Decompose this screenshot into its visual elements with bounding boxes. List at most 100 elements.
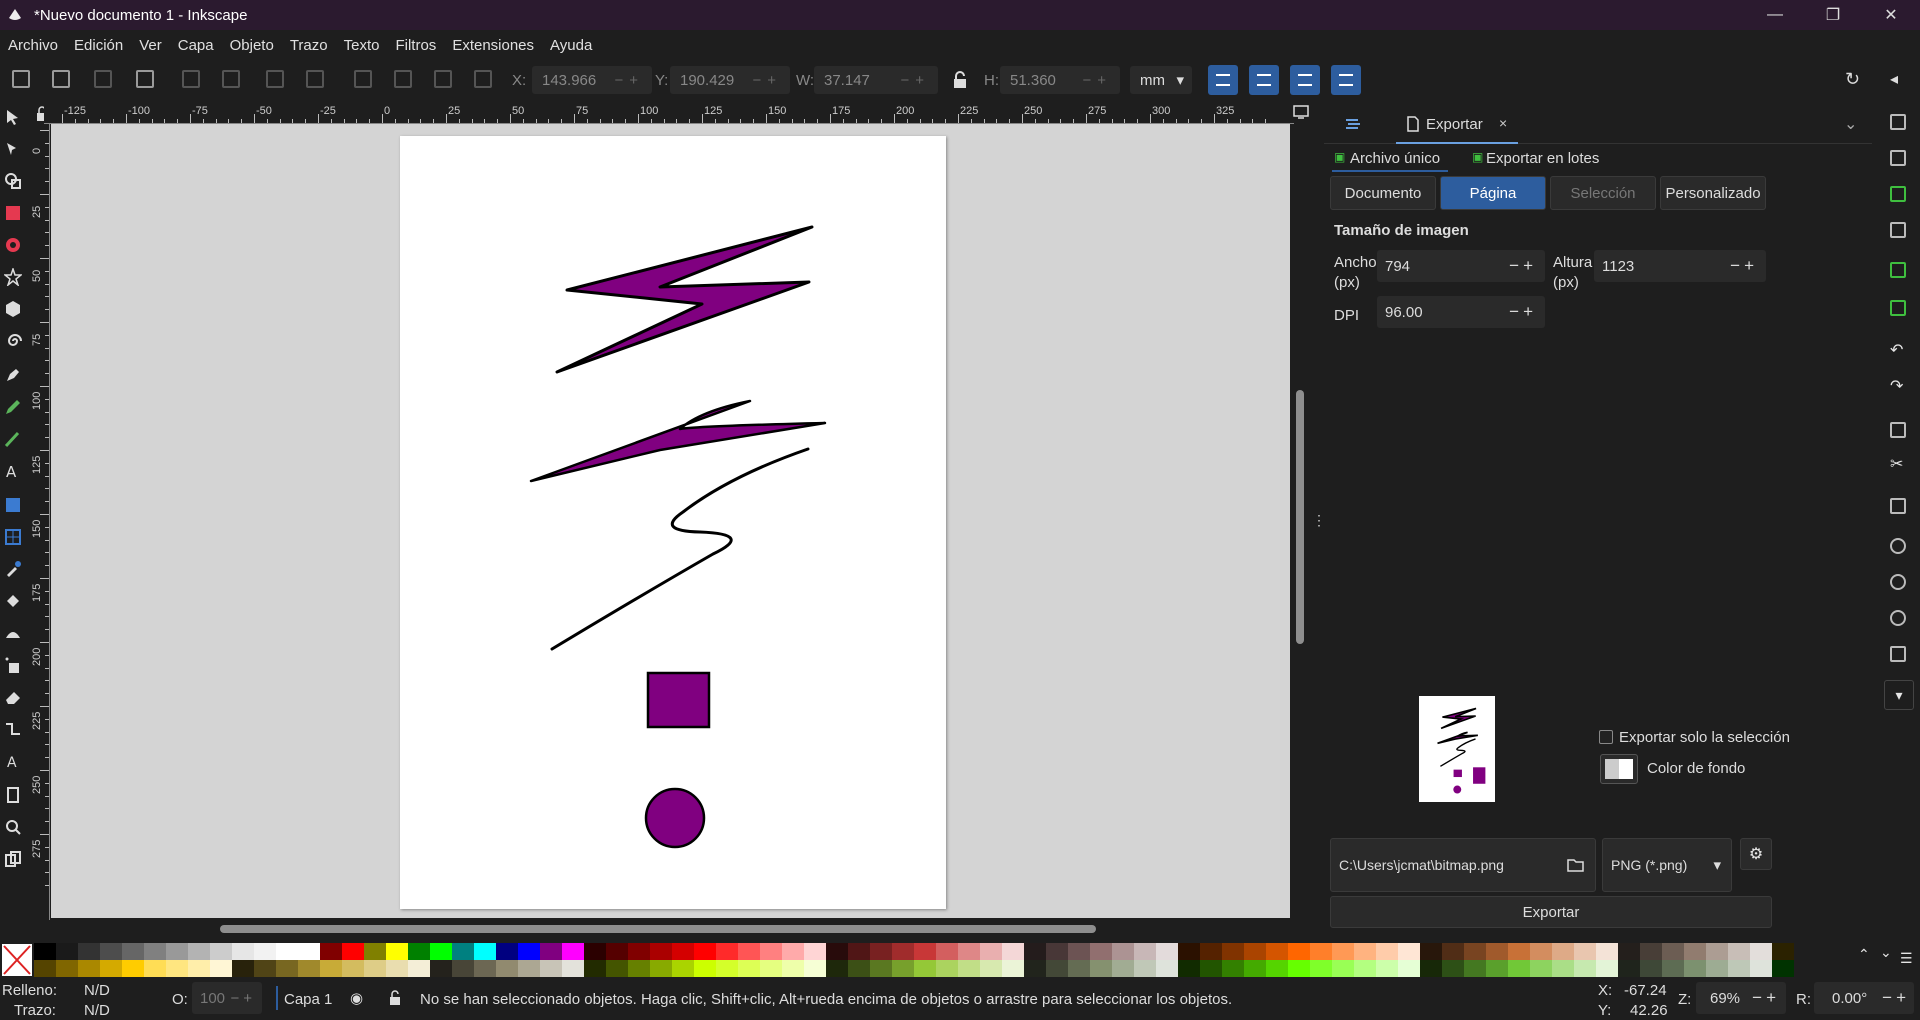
print-icon[interactable]	[1890, 222, 1906, 238]
folder-open-icon[interactable]	[1567, 857, 1585, 873]
color-swatch[interactable]	[958, 960, 980, 977]
color-swatch[interactable]	[1552, 943, 1574, 960]
color-swatch[interactable]	[320, 960, 342, 977]
color-swatch[interactable]	[936, 960, 958, 977]
unlock-icon[interactable]	[388, 990, 402, 1006]
color-swatch[interactable]	[364, 943, 386, 960]
square-shape[interactable]	[646, 671, 711, 729]
color-swatch[interactable]	[188, 943, 210, 960]
color-swatch[interactable]	[430, 943, 452, 960]
menu-ayuda[interactable]: Ayuda	[550, 37, 592, 54]
color-swatch[interactable]	[232, 960, 254, 977]
format-select[interactable]: PNG (*.png) ▾	[1602, 838, 1732, 892]
color-swatch[interactable]	[1728, 960, 1750, 977]
spiral-tool-icon[interactable]	[4, 332, 22, 350]
color-swatch[interactable]	[716, 960, 738, 977]
color-swatch[interactable]	[408, 960, 430, 977]
color-swatch[interactable]	[122, 943, 144, 960]
color-swatch[interactable]	[144, 943, 166, 960]
color-swatch[interactable]	[1662, 943, 1684, 960]
horizontal-ruler[interactable]: -125 -100 -75 -50 -25 0 25 50 75 100 125 150 175 200 2…	[44, 104, 1294, 124]
color-swatch[interactable]	[1508, 943, 1530, 960]
zoom-tool-icon[interactable]	[4, 818, 22, 836]
horizontal-scrollbar[interactable]	[220, 925, 1096, 933]
color-swatch[interactable]	[848, 943, 870, 960]
color-swatch[interactable]	[1134, 960, 1156, 977]
color-swatch[interactable]	[1002, 943, 1024, 960]
menu-trazo[interactable]: Trazo	[290, 37, 328, 54]
color-swatch[interactable]	[1178, 960, 1200, 977]
zoom-selection-icon[interactable]	[1890, 538, 1906, 554]
color-swatch[interactable]	[276, 943, 298, 960]
color-swatch[interactable]	[870, 960, 892, 977]
color-swatch[interactable]	[672, 943, 694, 960]
layers-icon[interactable]	[1344, 116, 1362, 132]
menu-texto[interactable]: Texto	[344, 37, 380, 54]
menu-objeto[interactable]: Objeto	[230, 37, 274, 54]
color-swatch[interactable]	[1310, 943, 1332, 960]
connector-tool-icon[interactable]	[4, 720, 22, 738]
minimize-icon[interactable]: —	[1746, 0, 1804, 30]
color-swatch[interactable]	[694, 943, 716, 960]
color-swatch[interactable]	[452, 943, 474, 960]
color-swatch[interactable]	[1376, 943, 1398, 960]
height-stepper[interactable]: −+	[1730, 256, 1766, 276]
drawing[interactable]	[400, 136, 946, 909]
color-swatch[interactable]	[1464, 960, 1486, 977]
color-swatch[interactable]	[1354, 960, 1376, 977]
page[interactable]	[400, 136, 946, 909]
new-document-icon[interactable]	[1890, 114, 1906, 130]
cut-icon[interactable]: ✂	[1890, 454, 1903, 474]
bg-color-button[interactable]	[1600, 754, 1638, 784]
palette-menu-icon[interactable]: ☰	[1900, 950, 1913, 967]
dpi-stepper[interactable]: −+	[1509, 302, 1545, 322]
w-stepper[interactable]: −+	[900, 72, 938, 89]
move-gradients-button[interactable]	[1290, 65, 1320, 95]
color-swatch[interactable]	[34, 943, 56, 960]
color-swatch[interactable]	[1420, 943, 1442, 960]
color-swatch[interactable]	[474, 960, 496, 977]
more-commands-icon[interactable]: ▾	[1884, 680, 1914, 710]
h-field[interactable]: 51.360 −+	[1000, 66, 1120, 94]
width-stepper[interactable]: −+	[1509, 256, 1545, 276]
color-swatch[interactable]	[628, 960, 650, 977]
color-swatch[interactable]	[1662, 960, 1684, 977]
menu-edicion[interactable]: Edición	[74, 37, 123, 54]
color-swatch[interactable]	[452, 960, 474, 977]
color-swatch[interactable]	[1090, 943, 1112, 960]
paint-bucket-icon[interactable]	[4, 592, 22, 610]
spray-tool-icon[interactable]	[4, 656, 22, 674]
pencil-tool-icon[interactable]	[4, 398, 22, 416]
color-swatch[interactable]	[122, 960, 144, 977]
color-swatch[interactable]	[1332, 943, 1354, 960]
move-patterns-button[interactable]	[1331, 65, 1361, 95]
menu-extensiones[interactable]: Extensiones	[452, 37, 534, 54]
color-swatch[interactable]	[1530, 960, 1552, 977]
select-all-layers-icon[interactable]	[52, 70, 70, 88]
color-swatch[interactable]	[518, 943, 540, 960]
color-swatch[interactable]	[606, 943, 628, 960]
fill-value[interactable]: N/D	[84, 982, 110, 999]
color-swatch[interactable]	[1596, 943, 1618, 960]
color-swatch[interactable]	[1310, 960, 1332, 977]
color-swatch[interactable]	[1398, 943, 1420, 960]
color-swatch[interactable]	[760, 960, 782, 977]
zoom-page-icon[interactable]	[1890, 610, 1906, 626]
color-swatch[interactable]	[1112, 960, 1134, 977]
scale-stroke-button[interactable]	[1208, 65, 1238, 95]
raise-to-top-icon[interactable]	[354, 70, 372, 88]
color-swatch[interactable]	[628, 943, 650, 960]
color-swatch[interactable]	[166, 943, 188, 960]
import-icon[interactable]	[1890, 262, 1906, 278]
menu-capa[interactable]: Capa	[178, 37, 214, 54]
color-swatch[interactable]	[1134, 943, 1156, 960]
curve-path[interactable]	[550, 447, 810, 651]
color-swatch[interactable]	[298, 960, 320, 977]
menu-archivo[interactable]: Archivo	[8, 37, 58, 54]
color-swatch[interactable]	[474, 943, 496, 960]
color-swatch[interactable]	[606, 960, 628, 977]
color-swatch[interactable]	[408, 943, 430, 960]
color-swatch[interactable]	[650, 943, 672, 960]
3d-box-tool-icon[interactable]	[4, 300, 22, 318]
zoom-stepper[interactable]: −+	[1752, 988, 1786, 1008]
